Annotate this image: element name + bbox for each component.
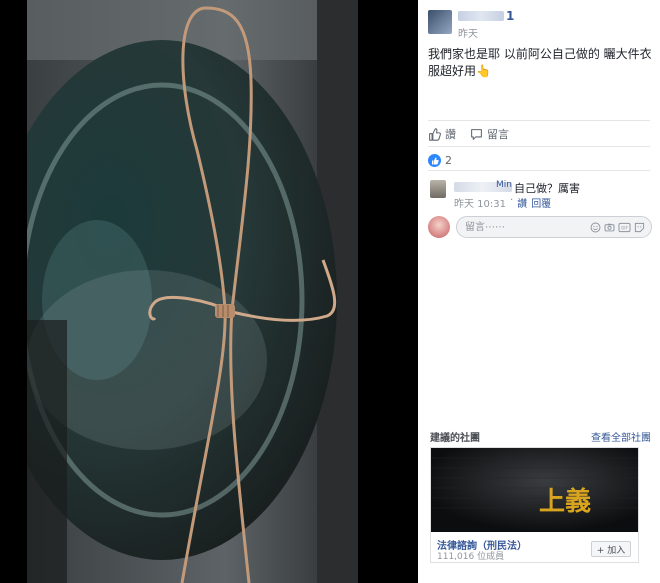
emoji-icon[interactable] [590, 222, 601, 233]
svg-text:GIF: GIF [621, 225, 628, 230]
comment-bubble-icon [471, 128, 482, 140]
comment-like-link[interactable]: 讚 [517, 195, 527, 210]
like-button[interactable]: 讚 [428, 126, 456, 142]
comment-time[interactable]: 昨天 10:31 [454, 195, 506, 210]
commenter-avatar[interactable] [430, 180, 446, 198]
commenter-name-suffix[interactable]: Min [496, 180, 512, 190]
divider [428, 120, 650, 121]
post-timestamp[interactable]: 昨天 [458, 25, 478, 40]
cover-logo-text: 上義 [539, 487, 591, 517]
post-side-panel: 1 昨天 我們家也是耶 以前阿公自己做的 曬大件衣服超好用👆 讚 留言 2 Mi… [418, 0, 660, 583]
current-user-avatar [428, 216, 450, 238]
comment-label: 留言 [487, 128, 509, 141]
reaction-summary[interactable]: 2 [428, 154, 452, 167]
composer-icons: GIF [590, 222, 645, 233]
pointing-up-emoji: 👆 [476, 64, 491, 78]
suggested-group-card[interactable]: 上義 法律諮詢（刑民法） 111,016 位成員 + 加入 [430, 447, 639, 563]
camera-icon[interactable] [604, 222, 615, 233]
like-label: 讚 [445, 128, 456, 141]
comment-button[interactable]: 留言 [470, 126, 509, 142]
post-actions: 讚 留言 [428, 126, 509, 142]
meta-separator: · [510, 195, 514, 206]
divider [428, 170, 650, 171]
group-member-count: 111,016 位成員 [437, 552, 505, 562]
divider [428, 146, 650, 147]
comment-composer[interactable]: GIF [456, 216, 652, 238]
group-cover-image[interactable]: 上義 [431, 448, 638, 532]
like-reaction-icon [428, 154, 441, 167]
join-group-button[interactable]: + 加入 [591, 541, 631, 557]
gif-icon[interactable]: GIF [618, 222, 631, 233]
post-text-body: 我們家也是耶 以前阿公自己做的 曬大件衣服超好用 [428, 47, 652, 78]
photo-viewer [0, 0, 418, 583]
post-photo[interactable] [27, 0, 358, 583]
thumbs-up-icon [429, 127, 441, 141]
post-text: 我們家也是耶 以前阿公自己做的 曬大件衣服超好用👆 [428, 46, 653, 80]
poster-avatar[interactable] [428, 10, 452, 34]
comment-text: 自己做？厲害 [514, 182, 580, 195]
poster-name-redacted[interactable] [458, 11, 504, 21]
comment-input[interactable] [463, 220, 567, 234]
see-all-groups-link[interactable]: 查看全部社團 [591, 429, 651, 444]
reaction-count: 2 [445, 154, 452, 167]
poster-name-suffix[interactable]: 1 [506, 9, 514, 23]
suggested-groups-title: 建議的社團 [430, 433, 480, 444]
comment-reply-link[interactable]: 回覆 [531, 195, 551, 210]
sticker-icon[interactable] [634, 222, 645, 233]
comment-meta: 昨天 10:31 · 讚 回覆 [454, 195, 551, 210]
